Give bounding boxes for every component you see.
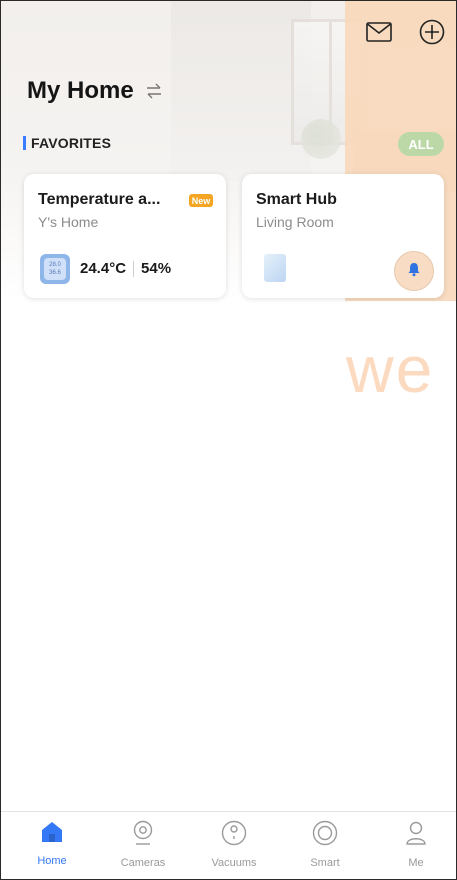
tab-smart[interactable]: Smart	[290, 820, 360, 869]
tab-cameras[interactable]: Cameras	[108, 820, 178, 869]
device-location: Y's Home	[38, 214, 99, 230]
all-button[interactable]: ALL	[398, 132, 444, 156]
device-card-smart-hub[interactable]: Smart Hub Living Room	[242, 174, 444, 298]
add-circle-icon[interactable]	[419, 19, 445, 45]
device-name: Smart Hub	[256, 191, 337, 208]
temperature-value: 24.4°C	[80, 260, 127, 277]
thermo-hygrometer-icon: 28.0 36.6	[40, 254, 70, 284]
home-switcher[interactable]: My Home	[27, 77, 164, 105]
device-name: Temperature a...	[38, 191, 161, 208]
mail-icon[interactable]	[366, 19, 392, 45]
humidity-value: 54%	[141, 260, 172, 277]
tab-label: Home	[37, 855, 67, 867]
section-marker	[23, 136, 26, 150]
tab-label: Smart	[310, 857, 340, 869]
tab-vacuums[interactable]: Vacuums	[199, 820, 269, 869]
person-icon	[404, 820, 428, 851]
camera-icon	[131, 820, 155, 851]
divider	[133, 260, 135, 277]
tab-label: Me	[408, 857, 424, 869]
new-badge: New	[189, 194, 213, 207]
home-icon	[39, 820, 65, 849]
app-screen: we My Home FAVORITES ALL Temperature a..…	[0, 0, 457, 880]
tab-home[interactable]: Home	[17, 820, 87, 867]
device-card-temperature[interactable]: Temperature a... New Y's Home 28.0 36.6 2…	[24, 174, 226, 298]
device-location: Living Room	[256, 214, 334, 230]
switch-arrows-icon[interactable]	[144, 81, 164, 101]
vacuum-icon	[221, 820, 247, 851]
device-reading: 24.4°C 54%	[80, 260, 171, 277]
favorites-header: FAVORITES	[23, 135, 111, 151]
bottom-tab-bar: Home Cameras Vacuums Smart Me	[1, 811, 456, 879]
watermark-text: we	[346, 332, 435, 406]
tab-label: Vacuums	[211, 857, 257, 869]
bell-icon	[406, 261, 422, 282]
hub-device-icon	[264, 254, 286, 282]
bell-button[interactable]	[394, 251, 434, 291]
page-title: My Home	[27, 77, 134, 104]
tab-me[interactable]: Me	[381, 820, 451, 869]
favorites-label: FAVORITES	[31, 135, 112, 151]
tab-label: Cameras	[120, 857, 166, 869]
smart-icon	[312, 820, 338, 851]
